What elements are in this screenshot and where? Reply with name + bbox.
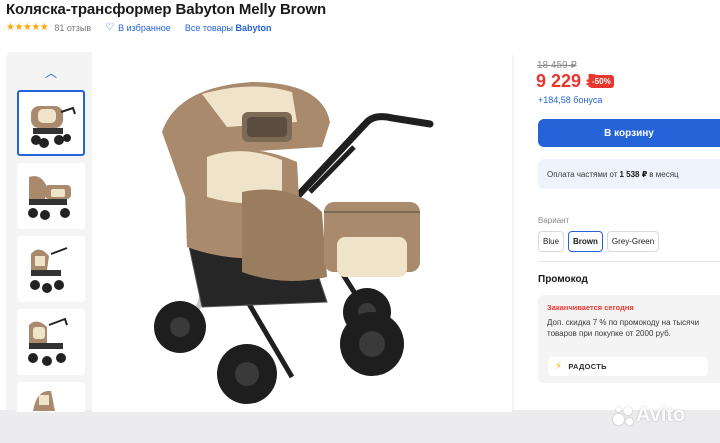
gallery-thumbnail[interactable] xyxy=(17,309,85,375)
stroller-image xyxy=(154,82,434,404)
reviews-link[interactable]: 81 отзыв xyxy=(54,23,91,33)
stroller-thumbnail-image xyxy=(33,390,55,411)
discount-badge: -50% xyxy=(589,75,614,88)
add-to-cart-button[interactable]: В корзину xyxy=(538,119,720,147)
stroller-thumbnail-image xyxy=(31,106,76,148)
bonus-info: +184,58 бонуса xyxy=(538,95,603,105)
heart-icon: ♡ xyxy=(105,22,115,33)
promo-title: Промокод xyxy=(538,274,588,285)
promo-ending-label: Заканчивается сегодня xyxy=(547,303,634,312)
installment-suffix: в месяц xyxy=(649,169,679,179)
avito-logo-icon xyxy=(612,405,634,427)
stroller-thumbnail-image xyxy=(30,247,68,293)
gallery-thumbnail[interactable] xyxy=(17,163,85,229)
gallery-thumbnail[interactable] xyxy=(17,236,85,302)
variant-selector: Blue Brown Grey-Green xyxy=(538,231,660,252)
installment-amount: 1 538 ₽ xyxy=(619,169,648,179)
gallery-thumbnail[interactable] xyxy=(17,382,85,412)
watermark-text: Avito xyxy=(636,404,686,426)
rating-stars: ★★★★★ xyxy=(6,22,49,33)
installment-banner[interactable]: Оплата частями от 1 538 ₽ в месяц xyxy=(538,159,720,189)
lightning-icon: ⚡ xyxy=(555,361,563,372)
price-card: 18 459 ₽ 9 229 ₽ -50% +184,58 бонуса В к… xyxy=(528,51,720,411)
product-title: Коляска-трансформер Babyton Melly Brown xyxy=(6,1,327,18)
divider xyxy=(538,261,720,262)
variant-option-blue[interactable]: Blue xyxy=(538,231,565,252)
gallery-thumbnail[interactable] xyxy=(17,90,85,156)
installment-prefix: Оплата частями от xyxy=(547,169,618,179)
brand-name: Babyton xyxy=(235,22,272,33)
stroller-thumbnail-image xyxy=(28,176,71,220)
all-brand-goods-link[interactable]: Все товары Babyton xyxy=(185,23,272,33)
favorite-button[interactable]: ♡ В избранное xyxy=(105,22,171,33)
promo-code: РАДОСТЬ xyxy=(568,362,607,371)
avito-watermark: Avito xyxy=(612,404,685,427)
variant-option-brown[interactable]: Brown xyxy=(568,231,603,252)
product-meta: ★★★★★ 81 отзыв ♡ В избранное Все товары … xyxy=(6,22,272,33)
promo-description: Доп. скидка 7 % по промокоду на тысячи т… xyxy=(547,318,700,338)
promo-code-button[interactable]: ⚡ РАДОСТЬ xyxy=(548,357,708,376)
variant-option-grey-green[interactable]: Grey-Green xyxy=(606,231,660,252)
favorite-label: В избранное xyxy=(118,22,171,33)
stroller-thumbnail-image xyxy=(28,317,68,366)
old-price: 18 459 ₽ xyxy=(537,60,577,71)
variant-label: Вариант xyxy=(538,216,570,225)
main-product-image[interactable] xyxy=(92,52,512,412)
promo-card: Заканчивается сегодня Доп. скидка 7 % по… xyxy=(538,295,720,383)
chevron-up-icon[interactable]: ︿ xyxy=(44,66,58,80)
all-goods-prefix: Все товары xyxy=(184,22,234,33)
